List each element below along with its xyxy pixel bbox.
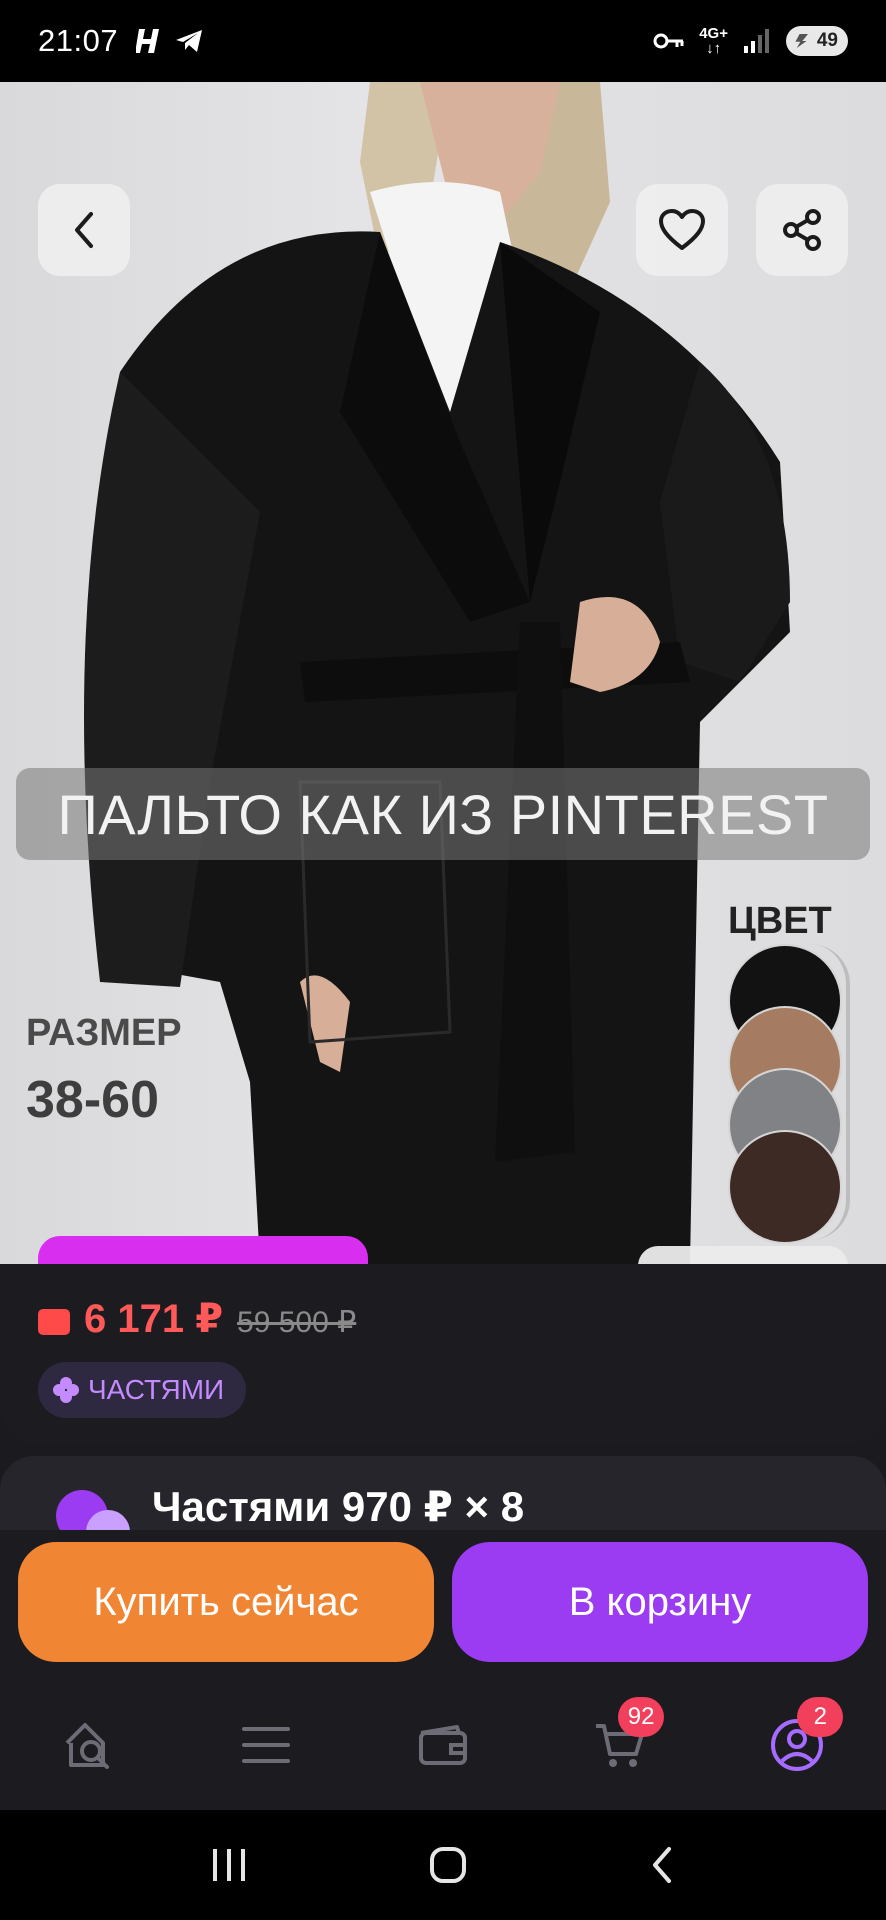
price-card: 6 171 ₽ 59 500 ₽ ЧАСТЯМИ xyxy=(0,1264,886,1444)
installments-tag-label: ЧАСТЯМИ xyxy=(88,1374,225,1405)
share-icon xyxy=(783,209,821,251)
nav-home[interactable] xyxy=(49,1705,129,1785)
profile-notification-badge: 2 xyxy=(797,1697,844,1737)
nav-cart[interactable]: 92 xyxy=(580,1697,665,1785)
installments-text: Частями 970 ₽ × 8 xyxy=(152,1483,525,1530)
image-overlay-title: ПАЛЬТО КАК ИЗ PINTEREST xyxy=(16,768,870,860)
back-system-icon[interactable] xyxy=(647,1845,677,1885)
clover-icon xyxy=(53,1377,79,1403)
back-button[interactable] xyxy=(38,184,130,276)
action-bar: Купить сейчас В корзину xyxy=(0,1530,886,1680)
size-label: РАЗМЕР xyxy=(26,1012,182,1054)
old-price: 59 500 ₽ xyxy=(237,1306,357,1339)
wallet-icon xyxy=(38,1309,70,1335)
status-time: 21:07 xyxy=(38,23,119,58)
cart-count-badge: 92 xyxy=(618,1697,665,1737)
bottom-nav: 92 2 xyxy=(0,1680,886,1810)
vpn-key-icon xyxy=(653,33,684,49)
share-button[interactable] xyxy=(756,184,848,276)
product-image[interactable]: ПАЛЬТО КАК ИЗ PINTEREST РАЗМЕР 38-60 ЦВЕ… xyxy=(0,82,886,1264)
home-system-icon[interactable] xyxy=(428,1845,468,1885)
color-swatches xyxy=(726,944,850,1244)
wallet-icon xyxy=(418,1725,467,1765)
status-notification-icons xyxy=(136,27,204,55)
price-row: 6 171 ₽ 59 500 ₽ xyxy=(38,1296,356,1342)
swatch-brown xyxy=(728,1130,842,1244)
installments-tag[interactable]: ЧАСТЯМИ xyxy=(38,1362,247,1418)
nav-profile[interactable]: 2 xyxy=(757,1697,844,1785)
telegram-icon xyxy=(176,30,203,52)
home-search-icon xyxy=(65,1723,109,1769)
h-app-icon xyxy=(136,29,160,53)
sale-badge: РАСПРОДАЖА xyxy=(38,1236,368,1264)
system-nav-bar xyxy=(0,1810,886,1920)
size-range: 38-60 xyxy=(26,1071,159,1129)
battery-indicator: 49 xyxy=(786,26,848,56)
signal-icon xyxy=(744,29,769,53)
recent-apps-icon[interactable] xyxy=(209,1847,249,1883)
nav-catalog[interactable] xyxy=(226,1705,306,1785)
favorite-button[interactable] xyxy=(636,184,728,276)
heart-icon xyxy=(659,209,705,250)
menu-icon xyxy=(241,1727,290,1763)
add-to-cart-button[interactable]: В корзину xyxy=(452,1542,868,1662)
similar-button[interactable]: Похожие xyxy=(638,1246,848,1264)
status-system-icons: 4G+ ↓↑ 49 xyxy=(653,26,848,56)
color-label: ЦВЕТ xyxy=(728,900,832,942)
current-price: 6 171 ₽ xyxy=(84,1297,224,1341)
buy-now-button[interactable]: Купить сейчас xyxy=(18,1542,434,1662)
status-bar: 21:07 4G+ ↓↑ 49 xyxy=(0,0,886,82)
network-type: 4G+ ↓↑ xyxy=(699,25,728,57)
chevron-left-icon xyxy=(75,212,93,248)
nav-wallet[interactable] xyxy=(403,1705,483,1785)
